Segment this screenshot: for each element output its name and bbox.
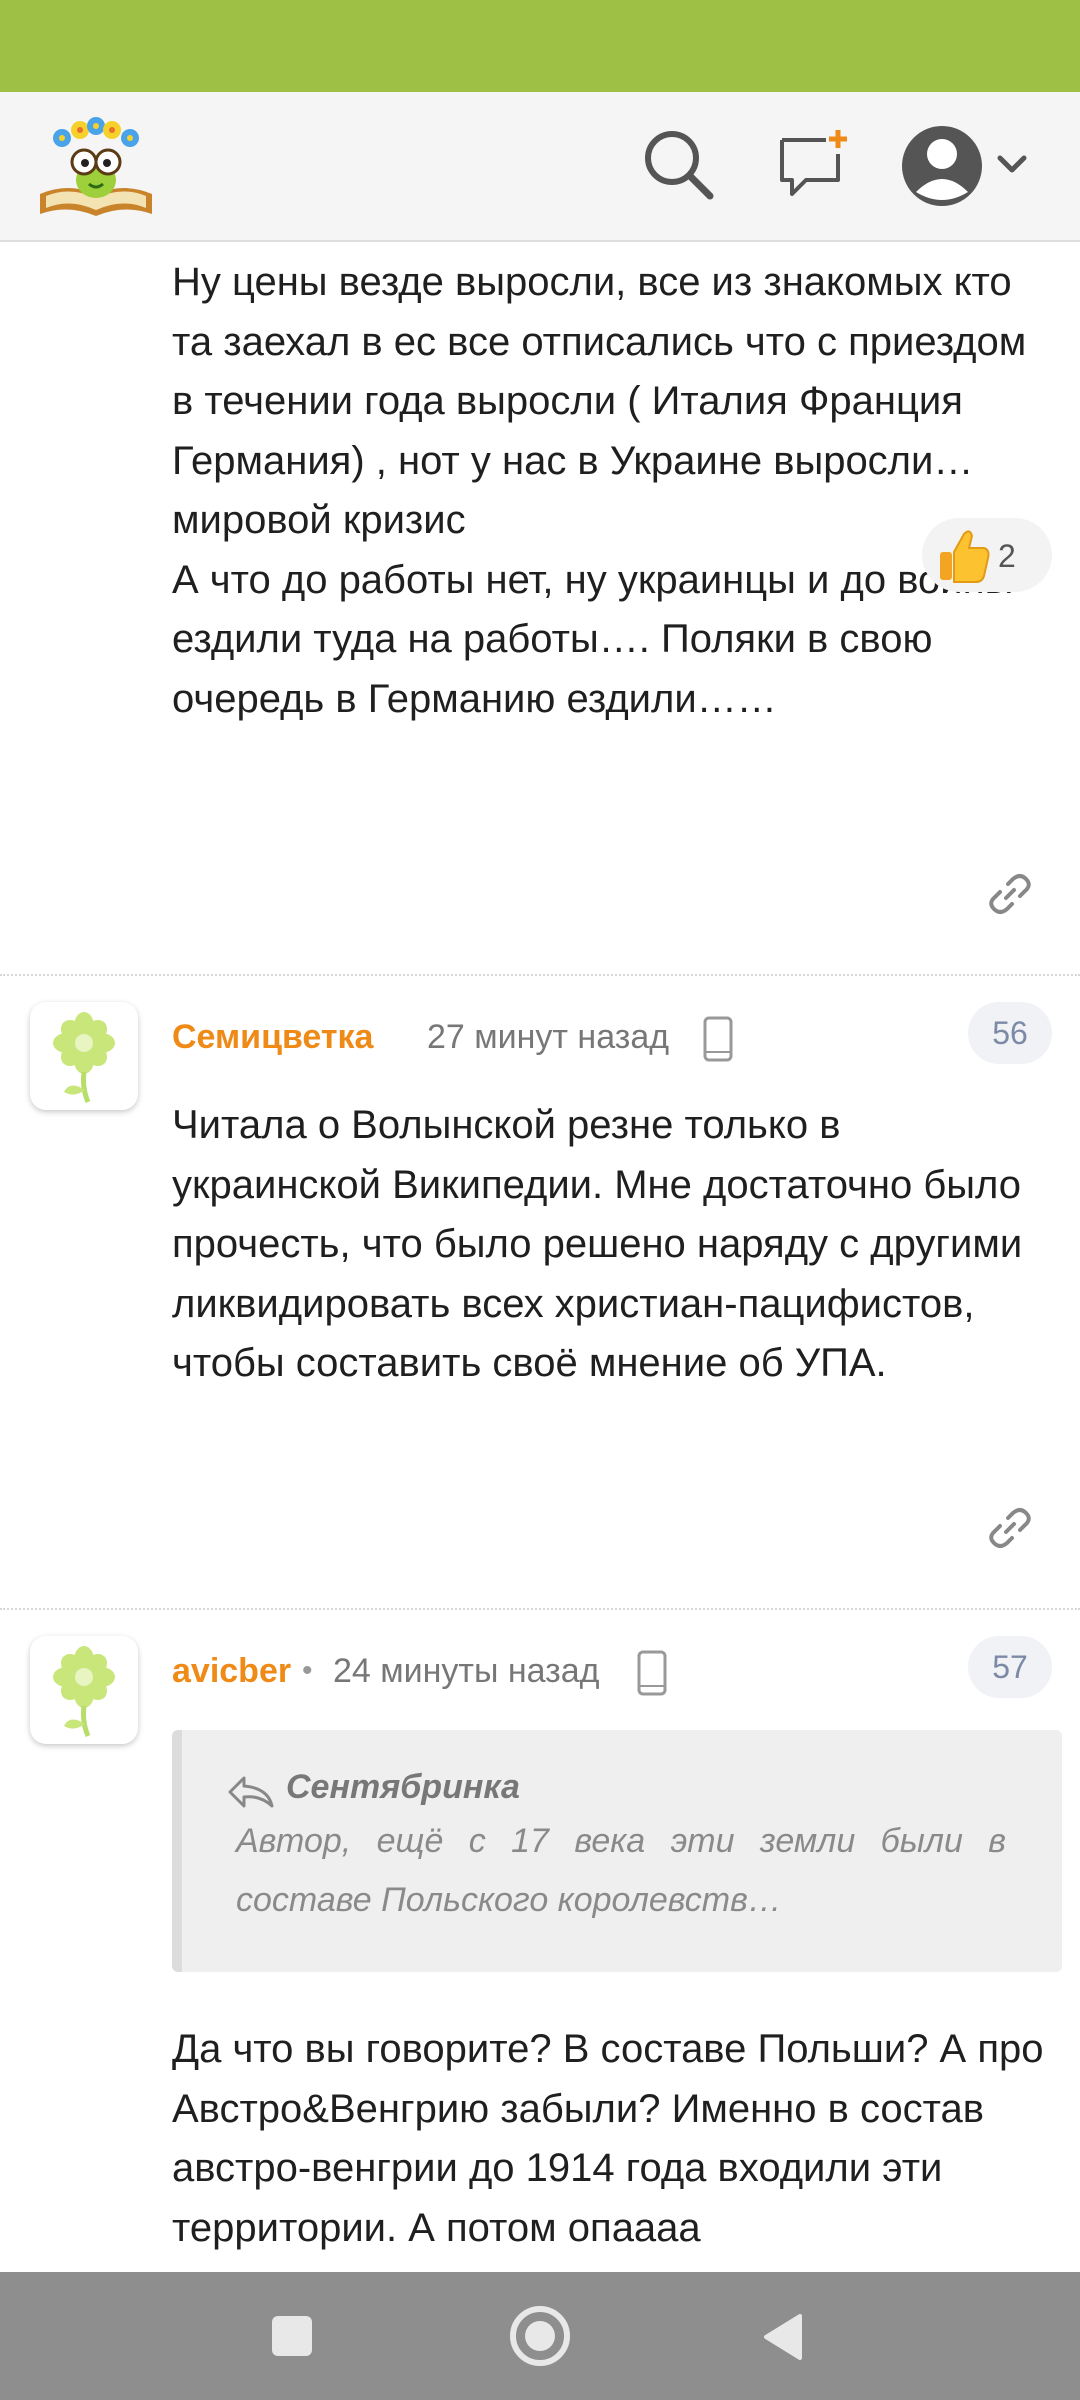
comment-divider bbox=[0, 974, 1080, 976]
link-icon[interactable] bbox=[986, 1504, 1034, 1552]
comment-divider bbox=[0, 1608, 1080, 1610]
reply-arrow-icon bbox=[228, 1776, 274, 1808]
comment-paragraph: Ну цены везде выросли, все из знакомых к… bbox=[172, 260, 1027, 542]
square-icon[interactable] bbox=[270, 2314, 314, 2358]
search-icon[interactable] bbox=[640, 126, 716, 202]
avatar[interactable] bbox=[30, 1636, 138, 1744]
thumbs-up-icon bbox=[940, 530, 990, 583]
comment-text: Ну цены везде выросли, все из знакомых к… bbox=[172, 253, 1052, 729]
author-name[interactable]: Семицветка bbox=[172, 1018, 373, 1057]
quote-text: Автор, ещё с 17 века эти земли были в со… bbox=[236, 1822, 1006, 1919]
separator-dot: • bbox=[302, 1654, 313, 1687]
quote-author: Сентябринка bbox=[286, 1768, 520, 1806]
navigation-bar bbox=[0, 2272, 1080, 2400]
circle-icon[interactable] bbox=[506, 2302, 574, 2370]
link-icon[interactable] bbox=[986, 870, 1034, 918]
author-name[interactable]: avicber bbox=[172, 1652, 291, 1691]
status-bar bbox=[0, 0, 1080, 92]
flower-avatar-icon bbox=[53, 1012, 115, 1103]
avatar[interactable] bbox=[30, 1002, 138, 1110]
comment-number[interactable]: 56 bbox=[968, 1002, 1052, 1064]
mobile-phone-icon bbox=[703, 1016, 733, 1062]
comment-text: Да что вы говорите? В составе Польши? А … bbox=[172, 2027, 1044, 2250]
comment-paragraph: А что до работы нет, ну украинцы и до во… bbox=[172, 557, 1014, 721]
like-button[interactable]: 2 bbox=[922, 518, 1052, 592]
user-avatar-icon[interactable] bbox=[896, 116, 1036, 216]
logo-icon[interactable] bbox=[34, 110, 158, 220]
comment-text: Читала о Волынской резне только в украин… bbox=[172, 1103, 1023, 1385]
comment-time: 27 минут назад bbox=[427, 1018, 670, 1056]
app-header bbox=[0, 92, 1080, 242]
mobile-phone-icon bbox=[637, 1650, 667, 1696]
new-message-plus-icon[interactable] bbox=[776, 126, 852, 202]
comment-number[interactable]: 57 bbox=[968, 1636, 1052, 1698]
triangle-back-icon[interactable] bbox=[760, 2312, 804, 2362]
comment-time: 24 минуты назад bbox=[333, 1652, 600, 1690]
quote-block[interactable]: Сентябринка Автор, ещё с 17 века эти зем… bbox=[172, 1730, 1062, 1972]
flower-avatar-icon bbox=[53, 1646, 115, 1737]
like-count: 2 bbox=[998, 538, 1016, 574]
